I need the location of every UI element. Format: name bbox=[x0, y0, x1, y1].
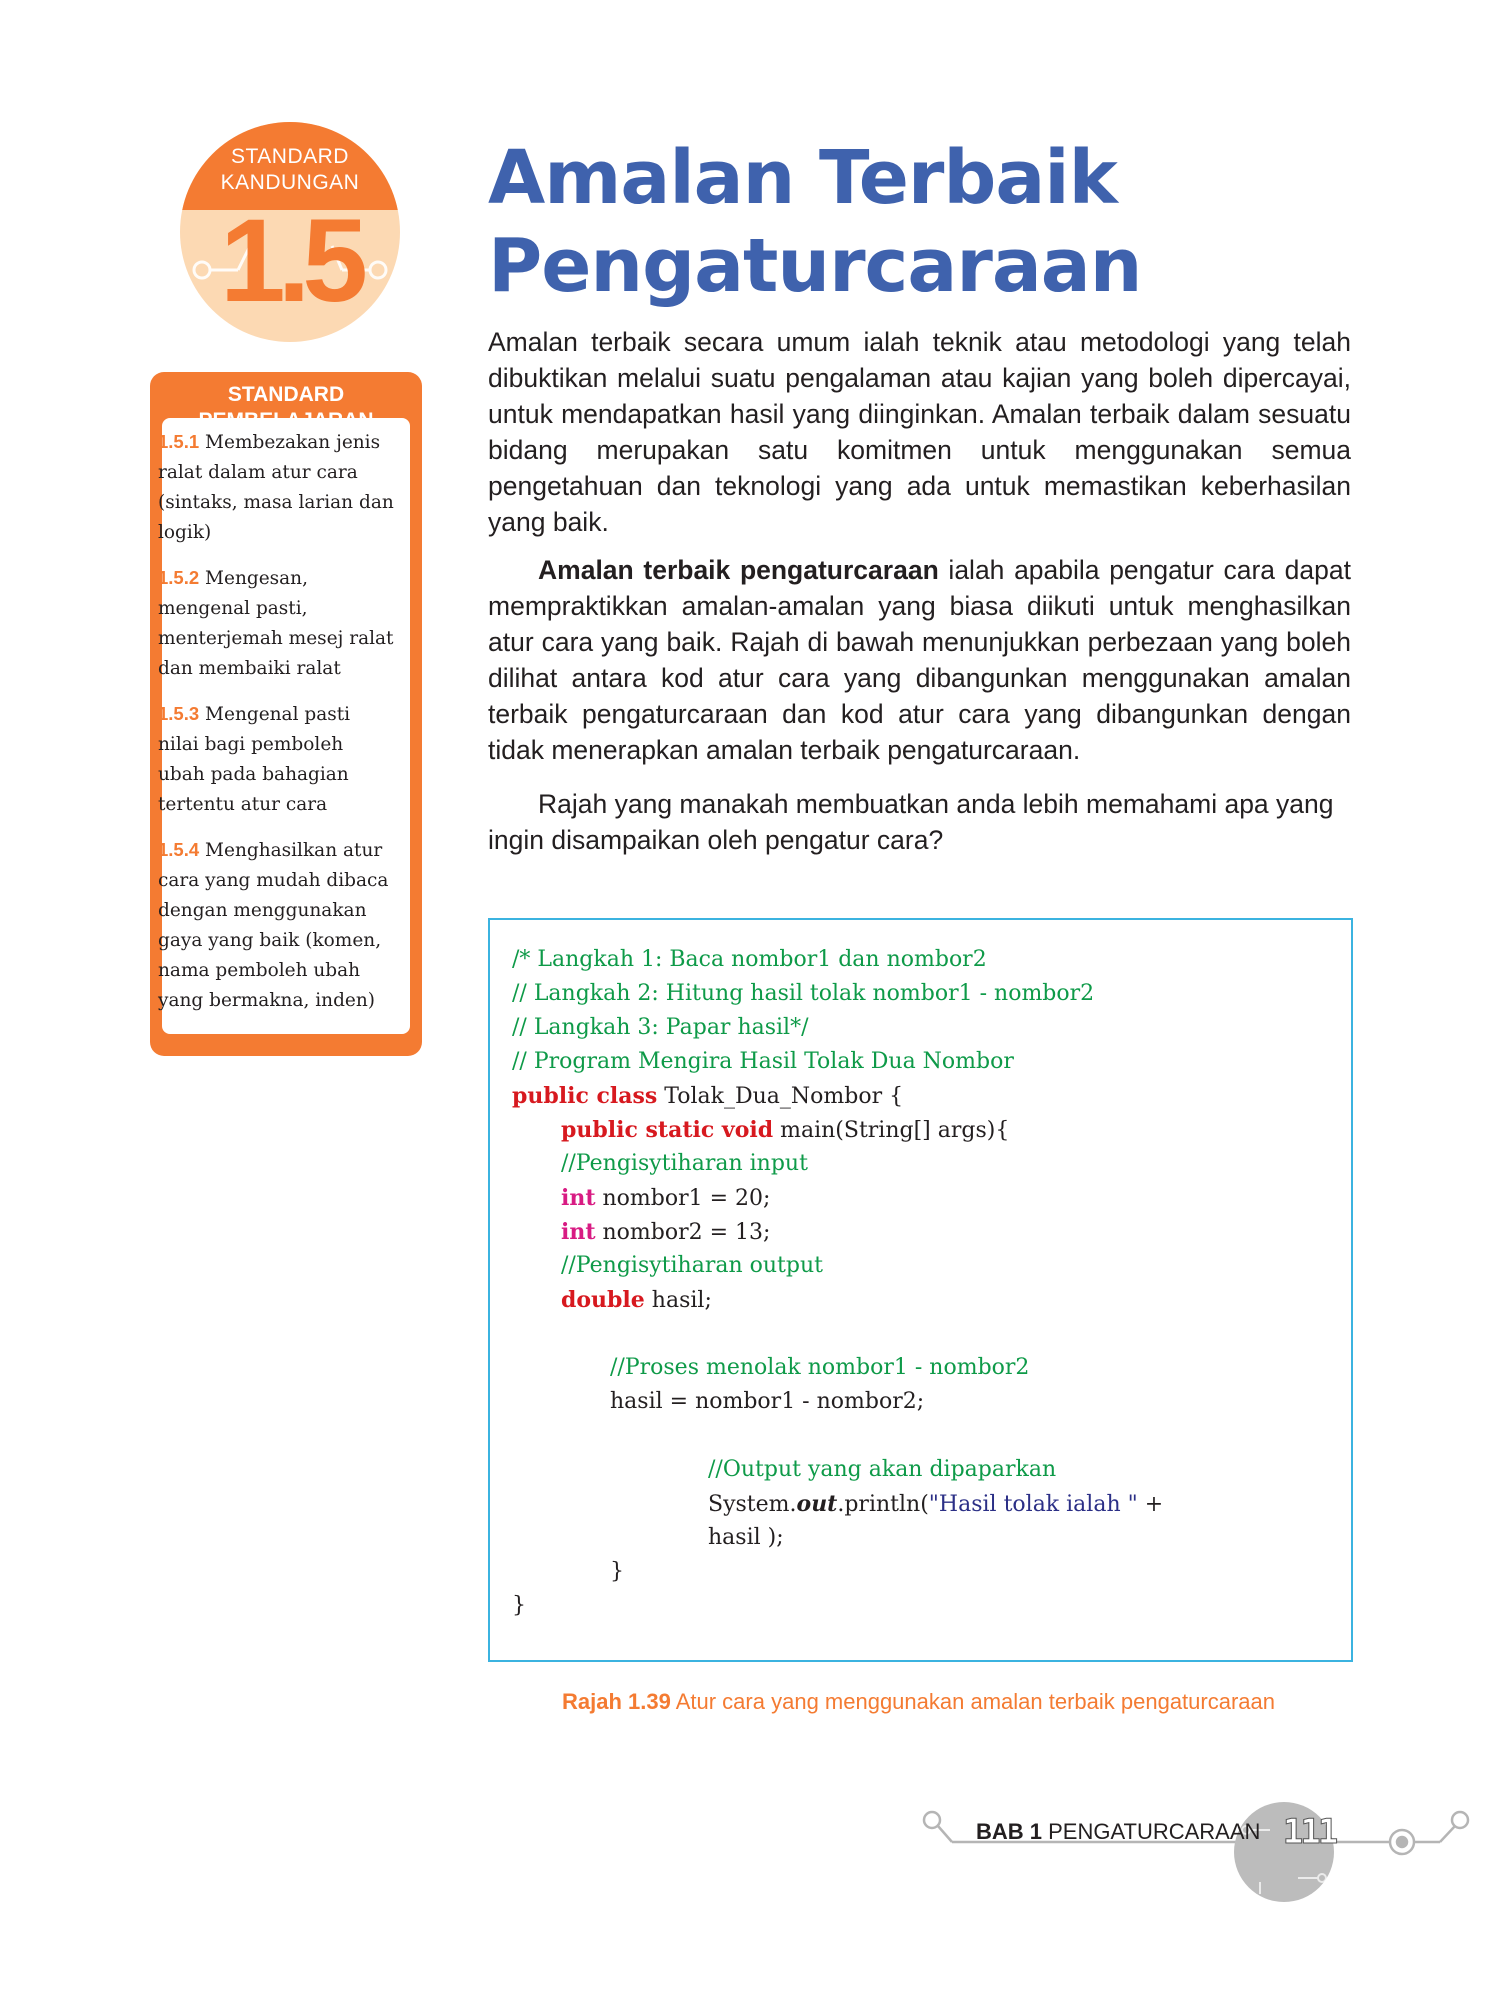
code-line: // Program Mengira Hasil Tolak Dua Nombo… bbox=[512, 1049, 1014, 1074]
footer-bab: BAB 1 bbox=[976, 1819, 1043, 1844]
learning-standard-text: (sintaks, masa larian dan bbox=[158, 492, 394, 513]
learning-standard-text: Membezakan jenis bbox=[205, 432, 381, 453]
badge-label-line1: STANDARD bbox=[231, 145, 349, 168]
code-line: //Pengisytiharan output bbox=[561, 1253, 823, 1278]
footer-circuit-icon bbox=[922, 1802, 1470, 1902]
code-keyword: public static void bbox=[561, 1117, 774, 1143]
page-title: Amalan Terbaik Pengaturcaraan bbox=[488, 134, 1448, 310]
code-keyword: public class bbox=[512, 1083, 658, 1109]
code-text: .println( bbox=[837, 1492, 929, 1517]
code-line: System.out.println("Hasil tolak ialah " … bbox=[708, 1490, 1163, 1519]
learning-standard-text: dengan menggunakan bbox=[158, 900, 367, 921]
page-title-line2: Pengaturcaraan bbox=[488, 223, 1142, 309]
footer-chapter-name: PENGATURCARAAN bbox=[1042, 1819, 1261, 1844]
learning-standard-item: 1.5.1 Membezakan jenis ralat dalam atur … bbox=[158, 427, 420, 548]
learning-standard-text: nama pemboleh ubah bbox=[158, 960, 361, 981]
bold-term: Amalan terbaik pengaturcaraan bbox=[538, 555, 939, 585]
code-line: int nombor1 = 20; bbox=[561, 1184, 770, 1213]
learning-standard-text: nilai bagi pemboleh bbox=[158, 734, 344, 755]
code-text: + bbox=[1137, 1492, 1164, 1517]
code-text: nombor2 = 13; bbox=[595, 1220, 771, 1245]
learning-standard-text: tertentu atur cara bbox=[158, 794, 328, 815]
code-string: "Hasil tolak ialah " bbox=[928, 1492, 1138, 1517]
learning-standard-text: ralat dalam atur cara bbox=[158, 462, 358, 483]
footer-chapter: BAB 1 PENGATURCARAAN bbox=[976, 1818, 1260, 1846]
figure-caption: Rajah 1.39 Atur cara yang menggunakan am… bbox=[488, 1688, 1349, 1716]
code-line: //Pengisytiharan input bbox=[561, 1151, 808, 1176]
figure-caption-text: Atur cara yang menggunakan amalan terbai… bbox=[670, 1689, 1276, 1714]
code-text: main(String[] args){ bbox=[773, 1118, 1010, 1143]
learning-standard-item: 1.5.4 Menghasilkan atur cara yang mudah … bbox=[158, 835, 420, 1016]
learning-standard-text: Mengenal pasti bbox=[205, 704, 351, 725]
code-text: System. bbox=[708, 1492, 797, 1517]
learning-standard-text: menterjemah mesej ralat bbox=[158, 628, 394, 649]
page-title-line1: Amalan Terbaik bbox=[488, 135, 1118, 221]
code-text: hasil; bbox=[644, 1288, 712, 1313]
learning-standard-text: Mengesan, bbox=[205, 568, 308, 589]
learning-standard-item: 1.5.2 Mengesan, mengenal pasti, menterje… bbox=[158, 563, 420, 684]
code-line: double hasil; bbox=[561, 1286, 712, 1315]
badge-label-line2: KANDUNGAN bbox=[220, 171, 360, 194]
learning-standard-text: yang bermakna, inden) bbox=[158, 990, 375, 1011]
code-line: public static void main(String[] args){ bbox=[561, 1116, 1009, 1145]
learning-standard-text: cara yang mudah dibaca bbox=[158, 870, 389, 891]
code-line: int nombor2 = 13; bbox=[561, 1218, 770, 1247]
code-line: } bbox=[610, 1559, 624, 1584]
code-keyword: int bbox=[561, 1185, 596, 1211]
code-line: // Langkah 2: Hitung hasil tolak nombor1… bbox=[512, 981, 1095, 1006]
learning-standard-code: 1.5.4 bbox=[158, 839, 200, 860]
code-keyword: double bbox=[561, 1287, 645, 1313]
learning-standard-text: mengenal pasti, bbox=[158, 598, 308, 619]
code-line: /* Langkah 1: Baca nombor1 dan nombor2 bbox=[512, 947, 987, 972]
badge-label: STANDARD KANDUNGAN bbox=[180, 144, 400, 196]
code-line: //Output yang akan dipaparkan bbox=[708, 1457, 1057, 1482]
paragraph-intro: Amalan terbaik secara umum ialah teknik … bbox=[488, 327, 1351, 537]
code-line: //Proses menolak nombor1 - nombor2 bbox=[610, 1355, 1030, 1380]
badge-number: 1.5 bbox=[219, 195, 368, 327]
learning-standard-code: 1.5.3 bbox=[158, 703, 200, 724]
code-text: nombor1 = 20; bbox=[595, 1186, 771, 1211]
code-text: Tolak_Dua_Nombor { bbox=[657, 1084, 904, 1109]
learning-standard-text: gaya yang baik (komen, bbox=[158, 930, 382, 951]
figure-caption-label: Rajah 1.39 bbox=[561, 1689, 671, 1714]
learning-standard-code: 1.5.2 bbox=[158, 567, 200, 588]
learning-standard-text: dan membaiki ralat bbox=[158, 658, 341, 679]
learning-standard-text: Menghasilkan atur bbox=[205, 840, 383, 861]
page-number: 111 bbox=[1282, 1812, 1338, 1853]
code-field: out bbox=[796, 1491, 838, 1517]
code-line: public class Tolak_Dua_Nombor { bbox=[512, 1082, 903, 1111]
learning-standard-code: 1.5.1 bbox=[158, 431, 200, 452]
paragraph-definition: Amalan terbaik pengaturcaraan ialah apab… bbox=[488, 552, 1351, 768]
learning-standard-text: ubah pada bahagian bbox=[158, 764, 349, 785]
paragraph-question: Rajah yang manakah membuatkan anda lebih… bbox=[488, 789, 1334, 855]
learning-standard-item: 1.5.3 Mengenal pasti nilai bagi pemboleh… bbox=[158, 699, 420, 820]
standard-kandungan-badge: STANDARD KANDUNGAN 1.5 bbox=[180, 122, 400, 342]
learning-standard-text: logik) bbox=[158, 522, 212, 543]
code-line: hasil = nombor1 - nombor2; bbox=[610, 1389, 925, 1414]
paragraph-definition-text: ialah apabila pengatur cara dapat mempra… bbox=[488, 555, 1351, 765]
code-keyword: int bbox=[561, 1219, 596, 1245]
code-line: } bbox=[512, 1593, 526, 1618]
code-line: // Langkah 3: Papar hasil*/ bbox=[512, 1015, 809, 1040]
code-line: hasil ); bbox=[708, 1525, 784, 1550]
